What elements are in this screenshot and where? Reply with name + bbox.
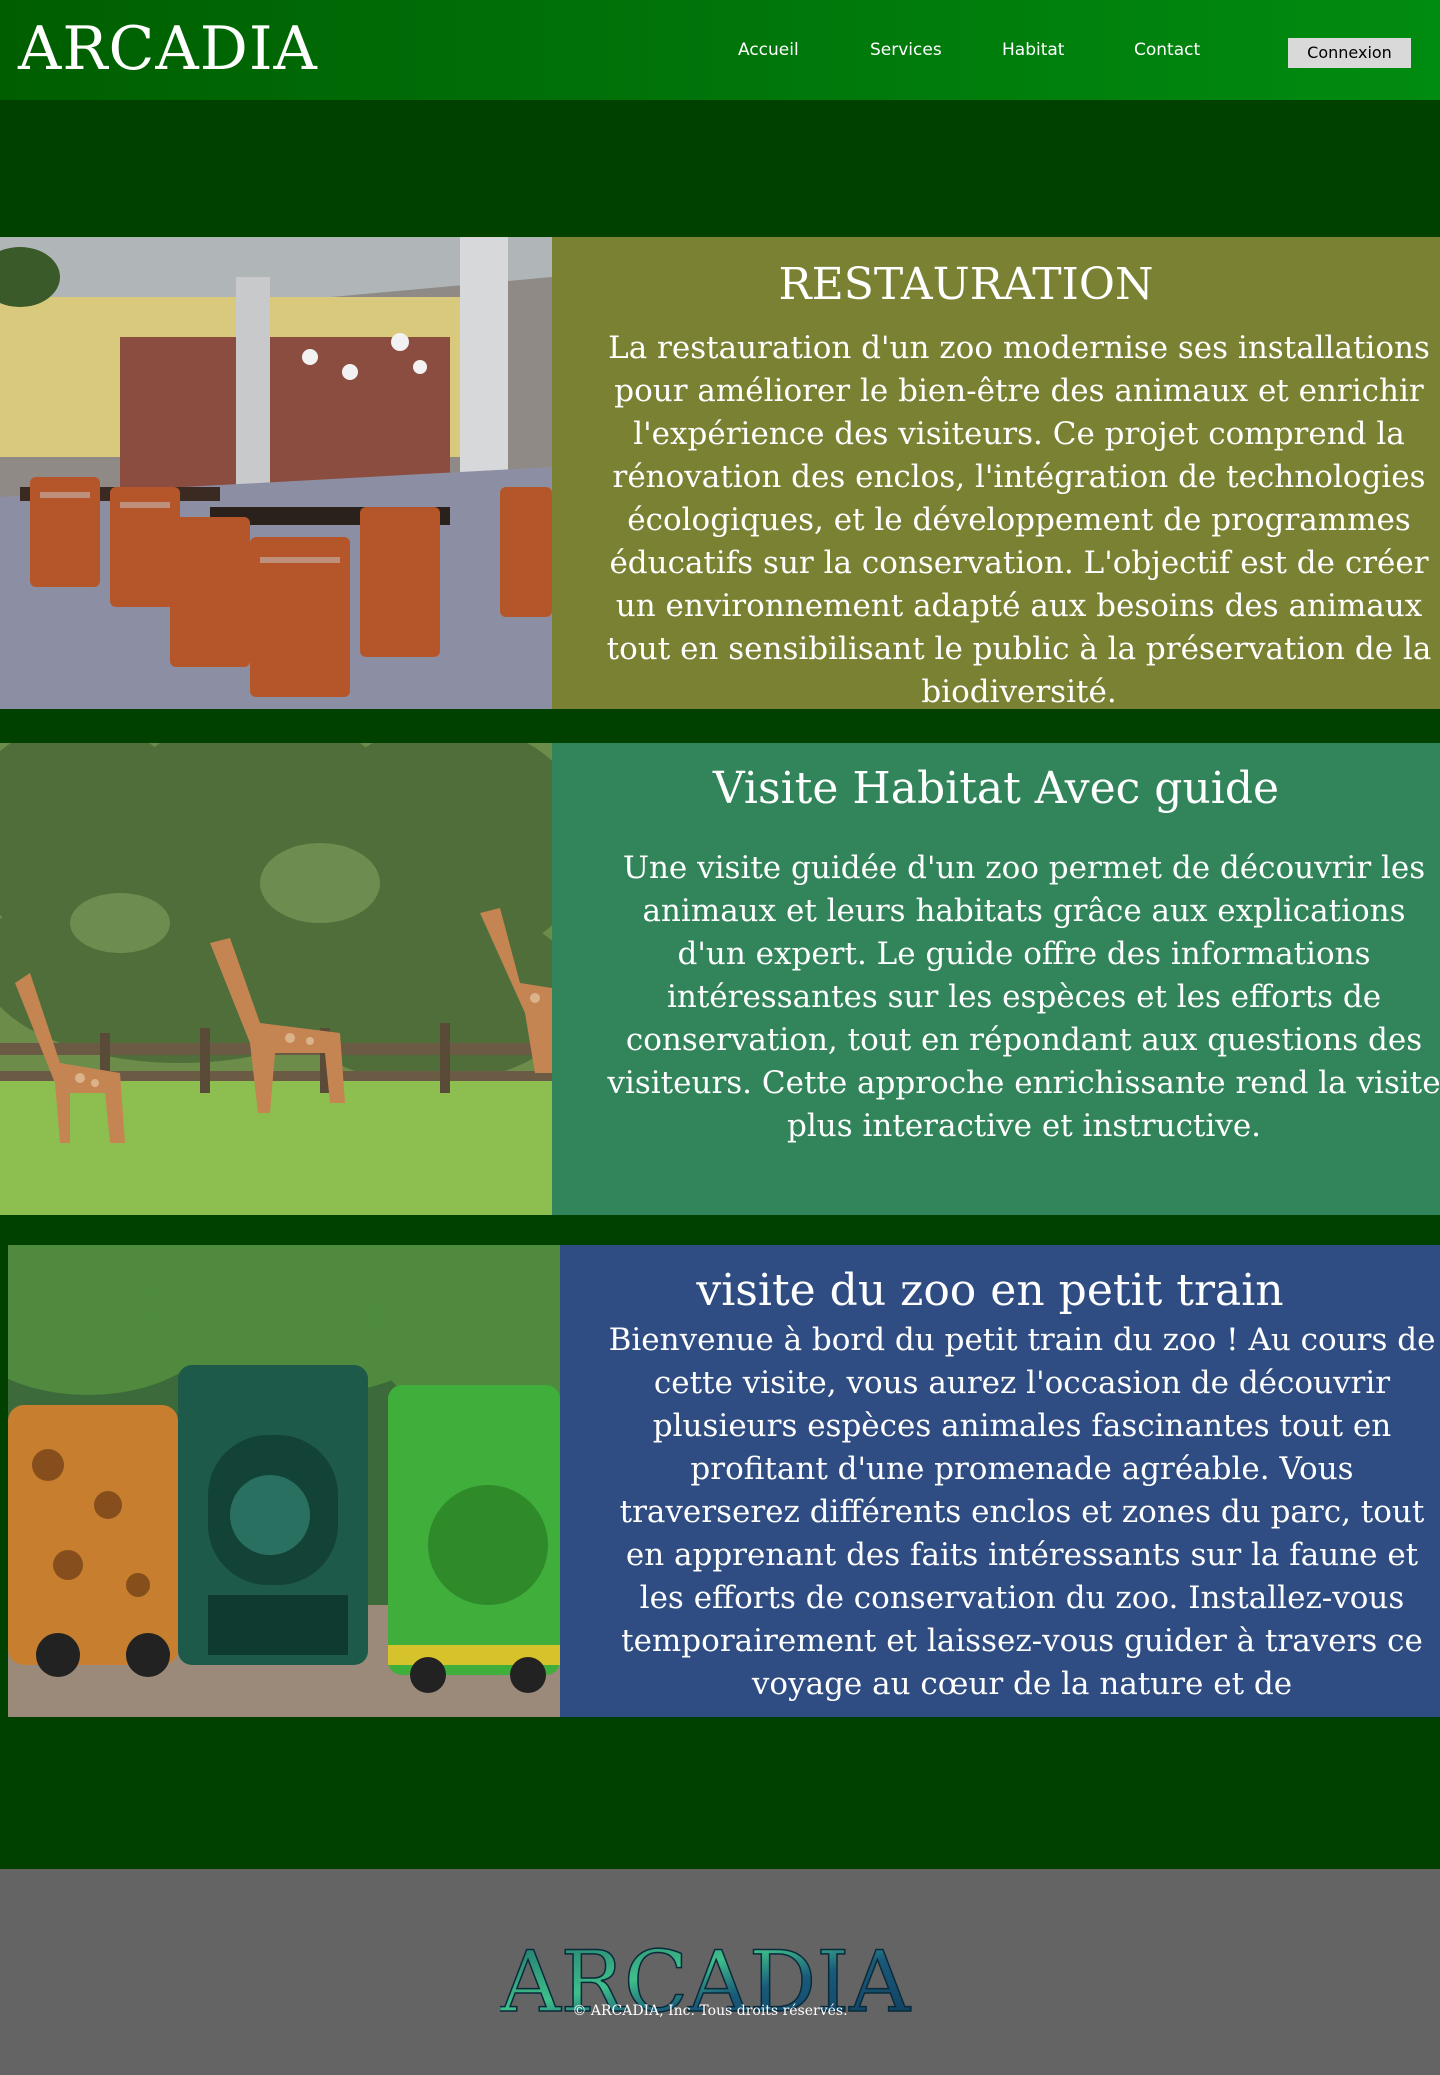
copyright-text: © ARCADIA, Inc. Tous droits réservés.: [572, 2003, 848, 2019]
nav-link-accueil[interactable]: Accueil: [738, 40, 799, 60]
section-title: visite du zoo en petit train: [696, 1265, 1284, 1316]
giraffes-image: [0, 743, 552, 1215]
restaurant-image: [0, 237, 552, 709]
section-restauration: RESTAURATION La restauration d'un zoo mo…: [0, 237, 1440, 710]
section-visite-habitat: Visite Habitat Avec guide Une visite gui…: [0, 743, 1440, 1215]
restauration-text-panel: RESTAURATION La restauration d'un zoo mo…: [552, 237, 1440, 710]
nav-link-contact[interactable]: Contact: [1134, 40, 1200, 60]
site-header: ARCADIA Accueil Services Habitat Contact…: [0, 0, 1440, 100]
section-description: Une visite guidée d'un zoo permet de déc…: [607, 850, 1440, 1144]
section-description: La restauration d'un zoo modernise ses i…: [606, 330, 1432, 710]
nav-link-habitat[interactable]: Habitat: [1002, 40, 1064, 60]
nav-link-services[interactable]: Services: [870, 40, 942, 60]
section-description: Bienvenue à bord du petit train du zoo !…: [608, 1322, 1436, 1702]
section-title: Visite Habitat Avec guide: [712, 763, 1280, 814]
section-title: RESTAURATION: [778, 259, 1154, 310]
login-button[interactable]: Connexion: [1288, 38, 1411, 68]
train-image: [8, 1245, 560, 1717]
section-petit-train: visite du zoo en petit train Bienvenue à…: [0, 1245, 1440, 1717]
site-logo[interactable]: ARCADIA: [18, 14, 318, 84]
visite-habitat-text-panel: Visite Habitat Avec guide Une visite gui…: [552, 743, 1440, 1215]
petit-train-text-panel: visite du zoo en petit train Bienvenue à…: [560, 1245, 1440, 1717]
site-footer: ARCADIA: [0, 1869, 1440, 2075]
